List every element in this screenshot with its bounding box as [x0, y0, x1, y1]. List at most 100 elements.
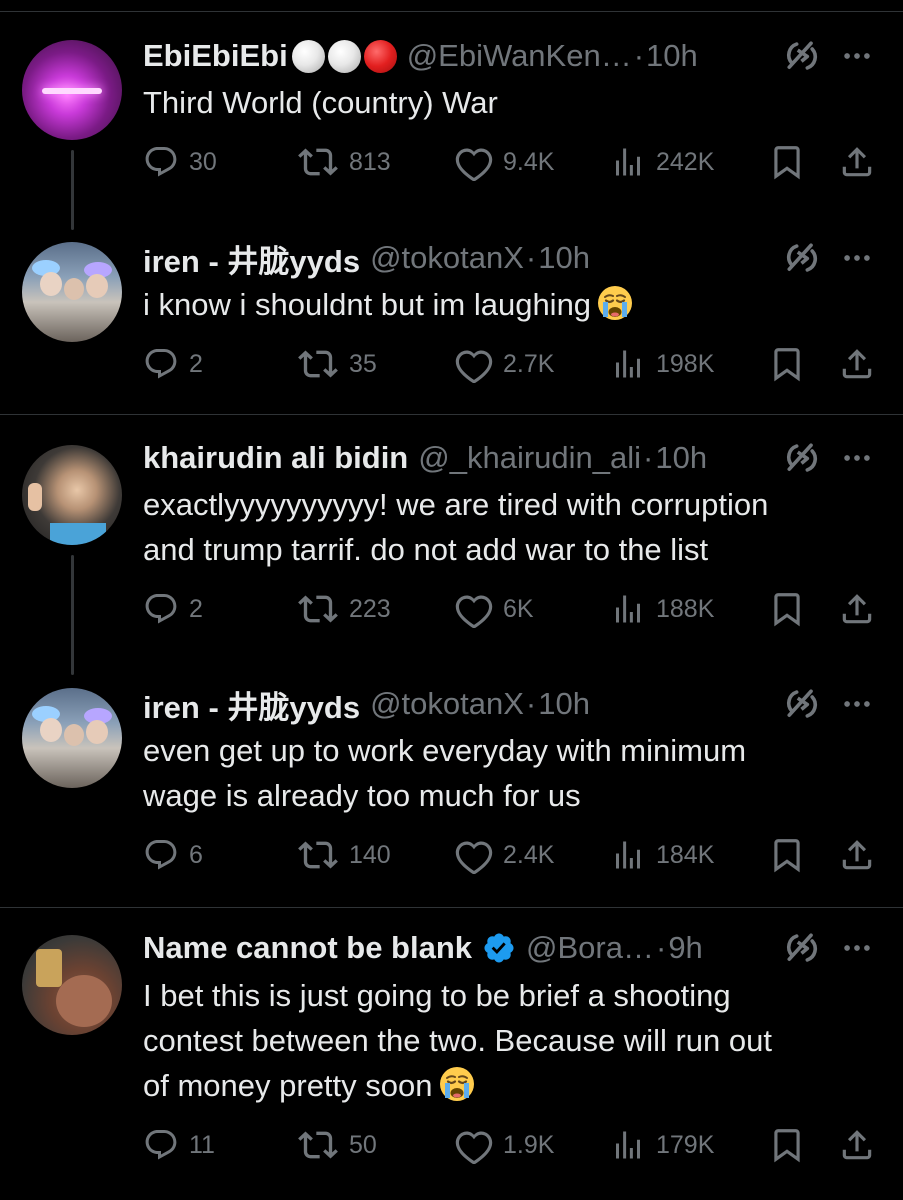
views-button[interactable]: 242K — [610, 142, 714, 182]
like-button[interactable]: 9.4K — [455, 142, 554, 182]
retweet-button[interactable]: 50 — [297, 1125, 377, 1165]
views-button[interactable]: 184K — [610, 835, 714, 875]
bookmark-button[interactable] — [768, 344, 806, 384]
views-button[interactable]: 179K — [610, 1125, 714, 1165]
crying-face-emoji-icon — [439, 1066, 475, 1102]
display-name[interactable]: iren - 井胧yyds — [143, 236, 360, 281]
face — [86, 274, 108, 298]
retweet-icon — [297, 344, 339, 384]
heart-icon — [455, 345, 493, 383]
handle[interactable]: @tokotanX — [370, 686, 524, 722]
share-button[interactable] — [838, 835, 876, 875]
like-button[interactable]: 1.9K — [455, 1125, 554, 1165]
timestamp[interactable]: 10h — [538, 240, 590, 276]
retweet-icon — [297, 589, 339, 629]
views-button[interactable]: 198K — [610, 344, 714, 384]
heart-icon — [455, 1126, 493, 1164]
handle[interactable]: @_khairudin_ali — [418, 440, 641, 476]
bookmark-icon — [768, 345, 806, 383]
bookmark-button[interactable] — [768, 1125, 806, 1165]
separator-dot: · — [643, 440, 654, 475]
share-icon — [838, 590, 876, 628]
retweet-button[interactable]: 223 — [297, 589, 391, 629]
reply-button[interactable]: 2 — [143, 344, 203, 384]
share-button[interactable] — [838, 344, 876, 384]
statue — [36, 949, 62, 987]
handle[interactable]: @tokotanX — [370, 240, 524, 276]
more-icon[interactable] — [840, 241, 874, 275]
like-button[interactable]: 2.4K — [455, 835, 554, 875]
reply-count: 2 — [189, 594, 203, 623]
tweet-text-line: i know i shouldnt but im laughing — [143, 287, 592, 322]
tweet-4[interactable]: iren - 井胧yyds @tokotanX · 10h even get u… — [0, 670, 903, 907]
more-icon[interactable] — [840, 687, 874, 721]
grok-icon[interactable] — [785, 687, 819, 721]
bookmark-button[interactable] — [768, 835, 806, 875]
face — [64, 278, 84, 300]
face — [40, 272, 62, 296]
action-bar: 6 140 2.4K 184K — [0, 835, 903, 875]
grok-icon[interactable] — [785, 241, 819, 275]
verified-badge-icon[interactable] — [482, 931, 516, 965]
share-button[interactable] — [838, 142, 876, 182]
bookmark-icon — [768, 590, 806, 628]
reply-count: 2 — [189, 349, 203, 378]
retweet-button[interactable]: 813 — [297, 142, 391, 182]
like-button[interactable]: 6K — [455, 589, 534, 629]
retweet-button[interactable]: 140 — [297, 835, 391, 875]
grok-icon[interactable] — [785, 931, 819, 965]
timestamp[interactable]: 10h — [655, 440, 707, 476]
reply-button[interactable]: 30 — [143, 142, 217, 182]
heart-icon — [455, 836, 493, 874]
like-count: 6K — [503, 594, 534, 623]
avatar[interactable] — [22, 445, 122, 545]
reply-button[interactable]: 11 — [143, 1125, 215, 1165]
bookmark-icon — [768, 143, 806, 181]
more-icon[interactable] — [840, 931, 874, 965]
retweet-button[interactable]: 35 — [297, 344, 377, 384]
display-name[interactable]: Name cannot be blank — [143, 930, 472, 966]
handle[interactable]: @Bora… — [526, 930, 654, 966]
tweet-text: exactlyyyyyyyyyy! we are tired with corr… — [143, 482, 883, 572]
tweet-2[interactable]: iren - 井胧yyds @tokotanX · 10h i know i s… — [0, 230, 903, 414]
display-name[interactable]: iren - 井胧yyds — [143, 682, 360, 727]
reply-icon — [143, 591, 179, 627]
view-count: 242K — [656, 147, 715, 176]
tweet-1[interactable]: EbiEbiEbi @EbiWanKen… · 10h Third World … — [0, 0, 903, 230]
like-count: 9.4K — [503, 147, 555, 176]
avatar[interactable] — [22, 688, 122, 788]
tweet-5[interactable]: Name cannot be blank @Bora… · 9h I bet t… — [0, 908, 903, 1200]
avatar[interactable] — [22, 935, 122, 1035]
timestamp[interactable]: 10h — [538, 686, 590, 722]
like-count: 2.7K — [503, 349, 555, 378]
grok-icon[interactable] — [785, 39, 819, 73]
reply-button[interactable]: 2 — [143, 589, 203, 629]
more-icon[interactable] — [840, 441, 874, 475]
avatar[interactable] — [22, 242, 122, 342]
separator-dot: · — [525, 686, 537, 721]
more-icon[interactable] — [840, 39, 874, 73]
share-button[interactable] — [838, 589, 876, 629]
display-name[interactable]: EbiEbiEbi — [143, 38, 288, 74]
bookmark-button[interactable] — [768, 142, 806, 182]
views-icon — [610, 837, 646, 873]
grok-icon[interactable] — [785, 441, 819, 475]
separator-dot: · — [525, 240, 537, 275]
bookmark-button[interactable] — [768, 589, 806, 629]
timestamp[interactable]: 9h — [668, 930, 702, 966]
reply-button[interactable]: 6 — [143, 835, 203, 875]
like-button[interactable]: 2.7K — [455, 344, 554, 384]
bookmark-icon — [768, 836, 806, 874]
share-button[interactable] — [838, 1125, 876, 1165]
timestamp[interactable]: 10h — [646, 38, 698, 74]
view-count: 184K — [656, 840, 715, 869]
avatar[interactable] — [22, 40, 122, 140]
handle[interactable]: @EbiWanKen… — [407, 38, 632, 74]
display-name[interactable]: khairudin ali bidin — [143, 440, 408, 476]
views-button[interactable]: 188K — [610, 589, 714, 629]
view-count: 179K — [656, 1130, 715, 1159]
tweet-3[interactable]: khairudin ali bidin @_khairudin_ali · 10… — [0, 415, 903, 675]
action-bar: 2 35 2.7K 198K — [0, 344, 903, 384]
like-count: 2.4K — [503, 840, 555, 869]
tweet-text-line: even get up to work everyday with minimu… — [143, 733, 747, 768]
